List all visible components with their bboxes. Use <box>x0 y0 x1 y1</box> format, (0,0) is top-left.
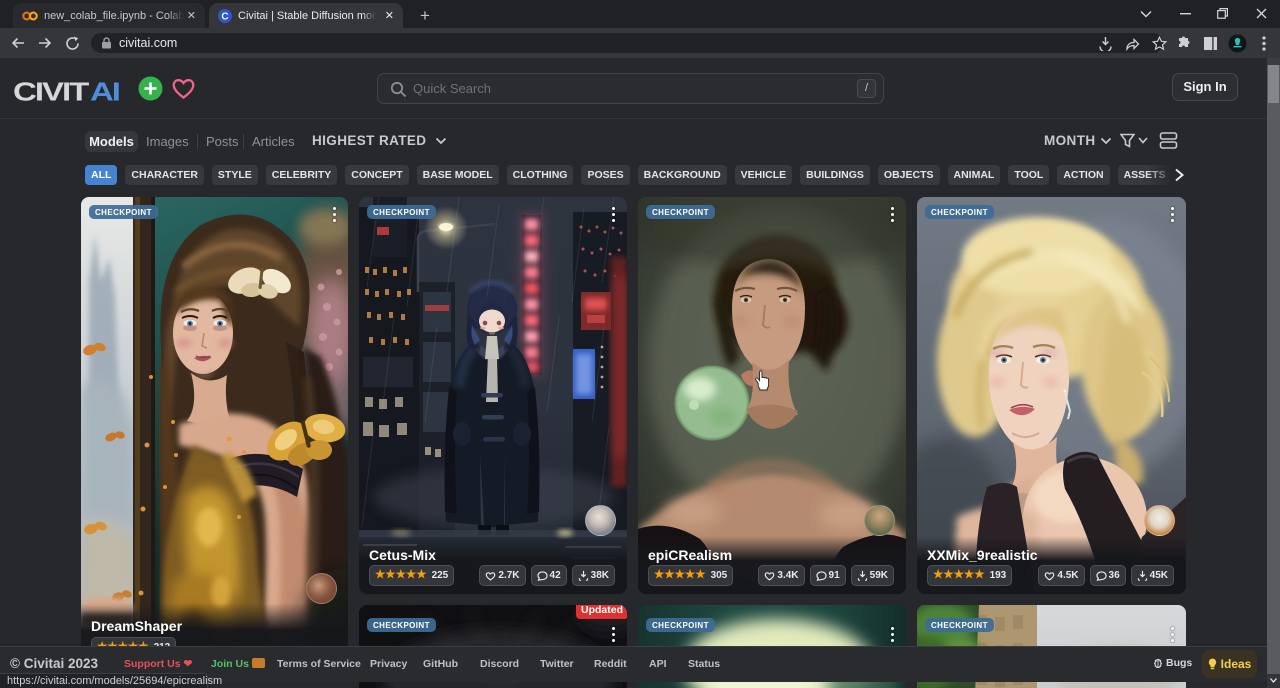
svg-text:CIVIT: CIVIT <box>14 78 89 101</box>
svg-text:AI: AI <box>90 78 120 101</box>
svg-text:C: C <box>221 11 228 22</box>
